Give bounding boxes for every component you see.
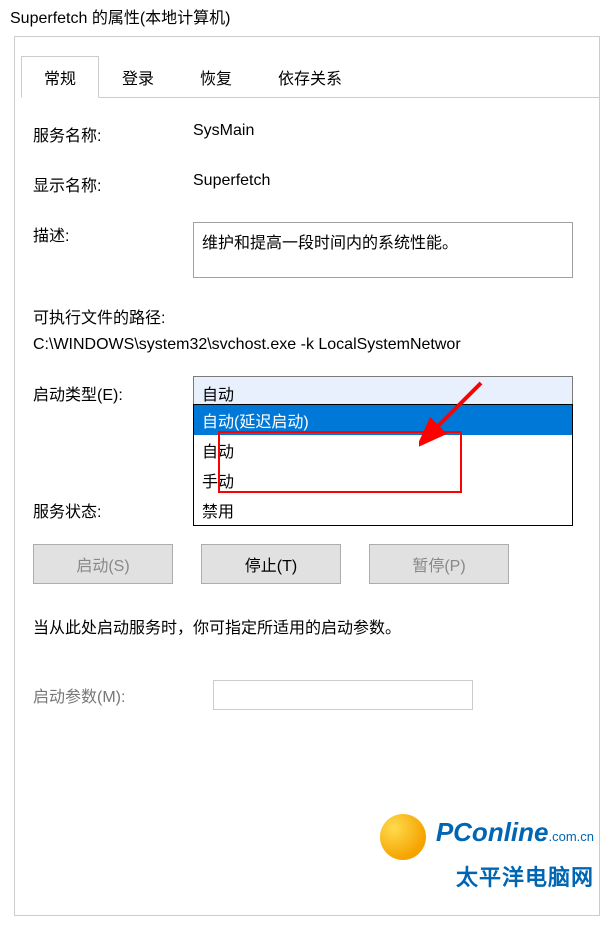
description-label: 描述: xyxy=(33,222,193,246)
display-name-value: Superfetch xyxy=(193,172,270,190)
tab-general[interactable]: 常规 xyxy=(21,56,99,98)
description-textbox[interactable]: 维护和提高一段时间内的系统性能。 xyxy=(193,222,573,278)
watermark-globe-icon xyxy=(380,814,426,860)
display-name-label: 显示名称: xyxy=(33,172,193,196)
tab-dependencies[interactable]: 依存关系 xyxy=(255,56,365,98)
stop-button[interactable]: 停止(T) xyxy=(201,544,341,584)
start-params-input[interactable] xyxy=(213,680,473,710)
startup-type-dropdown[interactable]: 自动 自动(延迟启动) 自动 手动 禁用 xyxy=(193,376,573,410)
startup-hint: 当从此处启动服务时，你可指定所适用的启动参数。 xyxy=(33,614,581,638)
tab-content: 服务名称: SysMain 显示名称: Superfetch 描述: 维护和提高… xyxy=(15,98,599,710)
tab-recovery[interactable]: 恢复 xyxy=(177,56,255,98)
pause-button: 暂停(P) xyxy=(369,544,509,584)
exe-path-value: C:\WINDOWS\system32\svchost.exe -k Local… xyxy=(33,336,581,354)
service-name-value: SysMain xyxy=(193,122,254,140)
window-title: Superfetch 的属性(本地计算机) xyxy=(0,0,600,36)
service-name-label: 服务名称: xyxy=(33,122,193,146)
startup-type-label: 启动类型(E): xyxy=(33,381,193,405)
status-label: 服务状态: xyxy=(33,498,193,522)
watermark: PConline.com.cn 太平洋电脑网 xyxy=(380,814,594,892)
startup-option-disabled[interactable]: 禁用 xyxy=(194,495,572,525)
tabs: 常规 登录 恢复 依存关系 xyxy=(21,55,599,98)
startup-option-auto[interactable]: 自动 xyxy=(194,435,572,465)
start-button: 启动(S) xyxy=(33,544,173,584)
watermark-text2: 太平洋电脑网 xyxy=(380,860,594,892)
tab-logon[interactable]: 登录 xyxy=(99,56,177,98)
startup-type-list: 自动(延迟启动) 自动 手动 禁用 xyxy=(193,404,573,526)
properties-dialog: 常规 登录 恢复 依存关系 服务名称: SysMain 显示名称: Superf… xyxy=(14,36,600,916)
startup-option-delayed[interactable]: 自动(延迟启动) xyxy=(194,405,572,435)
start-params-label: 启动参数(M): xyxy=(33,683,213,707)
watermark-text1: PConline.com.cn xyxy=(436,817,594,847)
startup-option-manual[interactable]: 手动 xyxy=(194,465,572,495)
exe-path-label: 可执行文件的路径: xyxy=(33,304,581,328)
